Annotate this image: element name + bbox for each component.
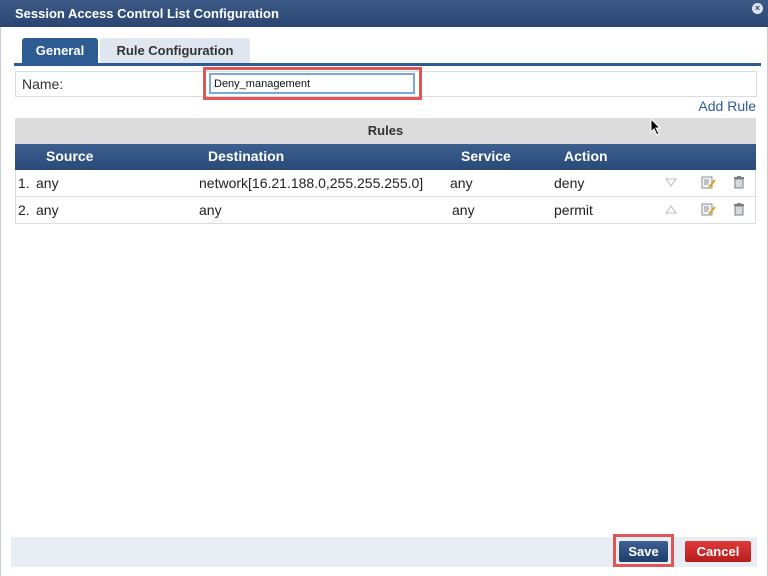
row-action: deny [554,175,585,191]
row-service: any [450,175,473,191]
edit-icon[interactable] [700,174,716,190]
column-header-destination[interactable]: Destination [208,148,284,164]
row-index: 2. [18,202,30,218]
move-up-icon[interactable] [663,201,679,217]
row-destination: any [199,202,222,218]
mouse-pointer-icon [650,118,662,136]
tab-underline [14,63,761,66]
column-header-action[interactable]: Action [564,148,608,164]
table-row[interactable]: 1. any network[16.21.188.0,255.255.255.0… [15,170,756,197]
acl-config-dialog: Session Access Control List Configuratio… [0,0,768,576]
trash-icon[interactable] [731,201,747,217]
edit-icon[interactable] [700,201,716,217]
rules-header-row: Source Destination Service Action [15,144,756,170]
row-index: 1. [18,175,30,191]
row-source: any [36,175,59,191]
table-row[interactable]: 2. any any any permit [15,197,756,224]
save-button[interactable]: Save [619,541,668,562]
cancel-button[interactable]: Cancel [685,541,751,562]
column-header-source[interactable]: Source [46,148,93,164]
trash-icon[interactable] [731,174,747,190]
column-header-service[interactable]: Service [461,148,511,164]
dialog-title: Session Access Control List Configuratio… [15,6,279,21]
name-input-highlight [203,67,422,100]
tab-general[interactable]: General [22,38,98,64]
move-down-icon[interactable] [663,174,679,190]
rules-body: 1. any network[16.21.188.0,255.255.255.0… [15,170,756,224]
title-bar: Session Access Control List Configuratio… [0,0,768,27]
row-destination: network[16.21.188.0,255.255.255.0] [199,175,424,191]
row-source: any [36,202,59,218]
close-icon[interactable]: × [752,3,763,14]
dialog-body [0,27,768,576]
row-service: any [452,202,475,218]
rules-table: Rules Source Destination Service Action … [15,118,756,224]
name-label: Name: [22,76,64,92]
tab-rule-configuration[interactable]: Rule Configuration [100,38,250,64]
rules-caption: Rules [15,118,756,144]
add-rule-link[interactable]: Add Rule [698,98,756,114]
row-action: permit [554,202,593,218]
